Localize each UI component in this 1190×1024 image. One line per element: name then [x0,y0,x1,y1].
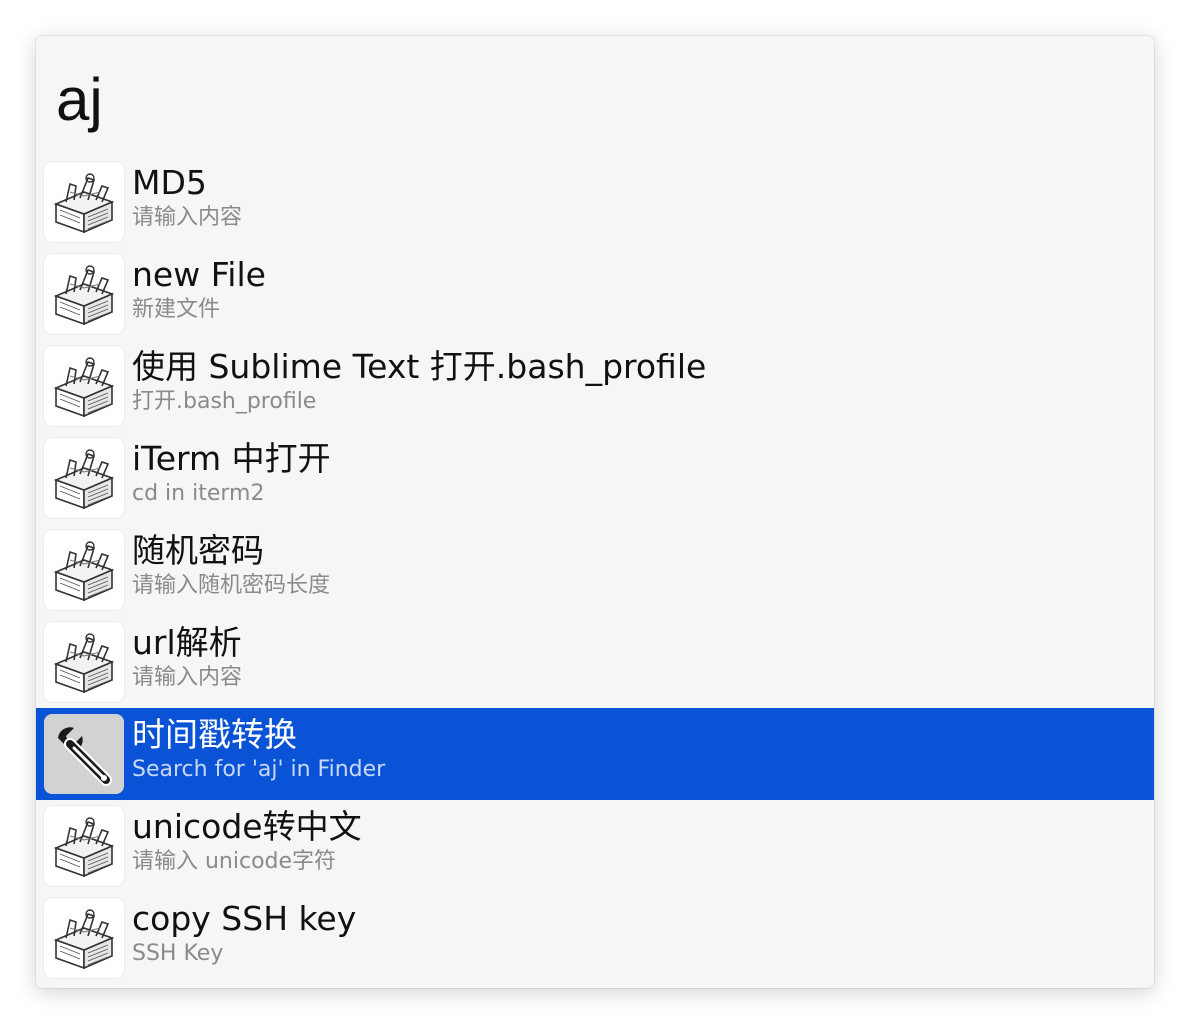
result-row-url-parse[interactable]: url解析 请输入内容 [36,616,1154,708]
launcher-window: MD5 请输入内容 new File 新建文件 使用 Sublime Text … [36,36,1154,988]
result-subtitle: 打开.bash_profile [132,389,317,414]
result-subtitle: 请输入内容 [132,205,243,230]
toolbox-icon [44,346,124,426]
result-title: copy SSH key [132,899,357,938]
toolbox-icon [44,898,124,978]
result-row-timestamp-convert[interactable]: 时间戳转换 Search for 'aj' in Finder [36,708,1154,800]
result-row-md5[interactable]: MD5 请输入内容 [36,156,1154,248]
result-row-random-password[interactable]: 随机密码 请输入随机密码长度 [36,524,1154,616]
result-subtitle: SSH Key [132,941,224,966]
result-row-copy-ssh-key[interactable]: copy SSH key SSH Key [36,892,1154,984]
toolbox-icon [44,530,124,610]
result-title: unicode转中文 [132,807,362,846]
result-subtitle: 请输入 unicode字符 [132,849,337,874]
result-title: 使用 Sublime Text 打开.bash_profile [132,347,707,386]
toolbox-icon [44,162,124,242]
result-title: iTerm 中打开 [132,439,331,478]
result-subtitle: 请输入随机密码长度 [132,573,331,598]
toolbox-icon [44,622,124,702]
search-input[interactable] [56,64,1116,136]
toolbox-icon [44,254,124,334]
toolbox-icon [44,806,124,886]
wrench-icon [44,714,124,794]
result-title: MD5 [132,163,207,202]
toolbox-icon [44,438,124,518]
result-title: url解析 [132,623,242,662]
result-row-unicode-convert[interactable]: unicode转中文 请输入 unicode字符 [36,800,1154,892]
result-subtitle: 请输入内容 [132,665,243,690]
result-row-sublime-bash-profile[interactable]: 使用 Sublime Text 打开.bash_profile 打开.bash_… [36,340,1154,432]
result-row-iterm[interactable]: iTerm 中打开 cd in iterm2 [36,432,1154,524]
result-title: 随机密码 [132,531,264,570]
result-title: 时间戳转换 [132,715,297,754]
result-subtitle: 新建文件 [132,297,221,322]
result-subtitle: Search for 'aj' in Finder [132,757,386,782]
results-list: MD5 请输入内容 new File 新建文件 使用 Sublime Text … [36,156,1154,984]
result-row-new-file[interactable]: new File 新建文件 [36,248,1154,340]
result-title: new File [132,255,266,294]
result-subtitle: cd in iterm2 [132,481,265,506]
